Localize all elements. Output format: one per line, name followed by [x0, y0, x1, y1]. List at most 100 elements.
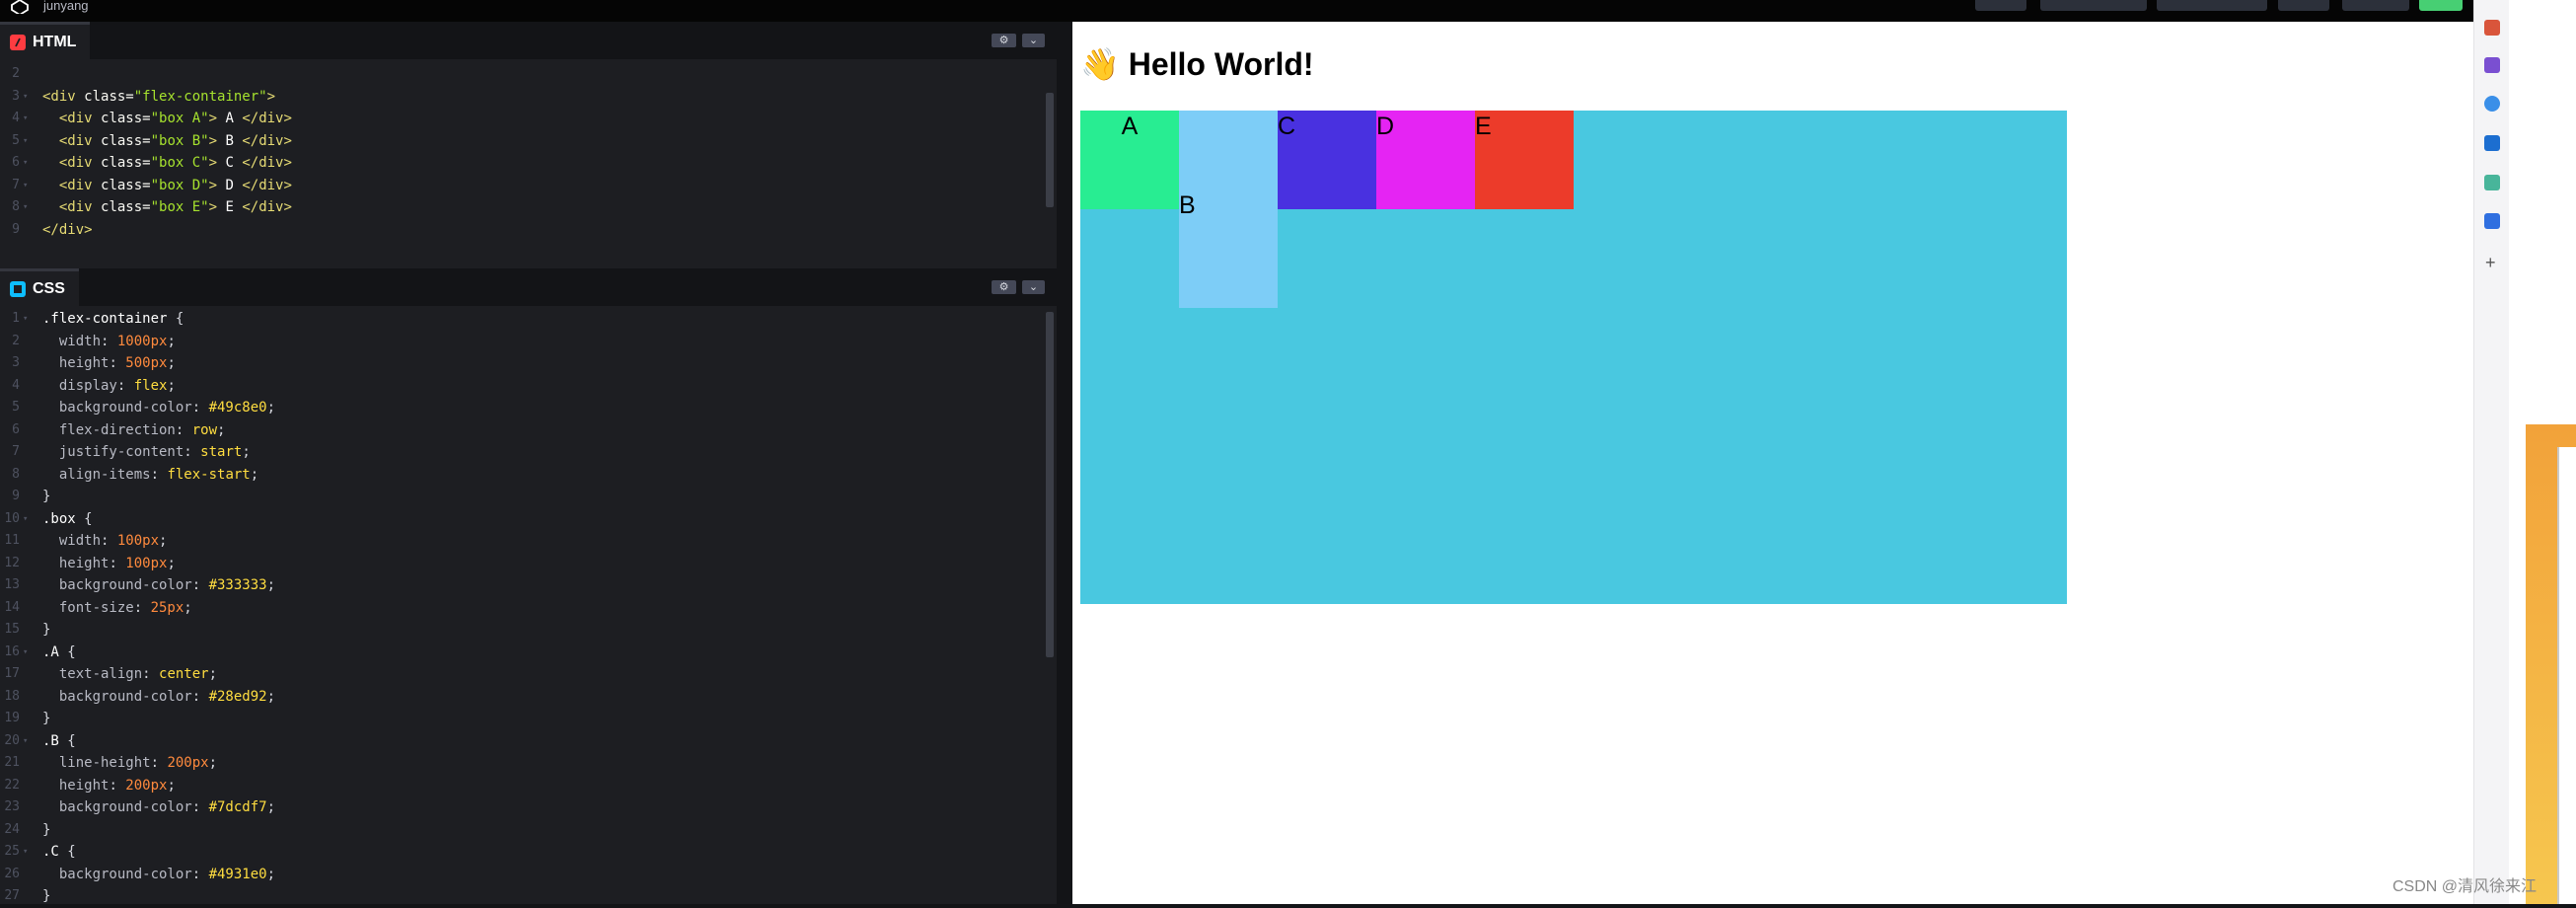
run-button[interactable]	[2419, 0, 2463, 11]
code-text: .C {	[42, 844, 76, 860]
html-scrollbar[interactable]	[1043, 69, 1057, 270]
line-number: 4	[12, 377, 20, 393]
html-tab[interactable]: HTML	[0, 22, 91, 59]
line-number: 4	[12, 111, 20, 125]
line-number: 7	[12, 444, 20, 459]
line-number: 27	[4, 888, 20, 903]
line-number: 13	[4, 577, 20, 592]
line-number: 12	[4, 555, 20, 570]
code-text: display: flex;	[58, 377, 176, 394]
fold-arrow-icon[interactable]: ▾	[23, 130, 28, 153]
send-icon[interactable]	[2484, 175, 2500, 190]
toolbar-button[interactable]	[1975, 0, 2026, 11]
code-text: line-height: 200px;	[58, 755, 218, 771]
html-icon	[10, 34, 26, 50]
html-scroll-thumb[interactable]	[1046, 93, 1054, 207]
gear-icon[interactable]: ⚙	[992, 280, 1016, 294]
css-tab-label: CSS	[33, 279, 65, 297]
codepen-logo-icon[interactable]	[10, 0, 30, 14]
toolbox-icon[interactable]	[2484, 20, 2500, 36]
css-tab[interactable]: CSS	[0, 268, 79, 306]
line-number: 15	[4, 622, 20, 637]
css-icon	[10, 280, 26, 297]
chevron-down-icon[interactable]: ⌄	[1022, 34, 1045, 47]
box-label: A	[1121, 113, 1139, 140]
fold-arrow-icon[interactable]: ▾	[23, 152, 28, 175]
code-text: .A {	[42, 643, 76, 660]
code-text: justify-content: start;	[58, 444, 251, 460]
box-label: C	[1278, 113, 1296, 140]
fold-arrow-icon[interactable]: ▾	[23, 308, 28, 331]
css-scroll-thumb[interactable]	[1046, 312, 1054, 657]
fold-arrow-icon[interactable]: ▾	[23, 196, 28, 219]
code-text: </div>	[42, 221, 93, 238]
fold-arrow-icon[interactable]: ▾	[23, 730, 28, 753]
line-number: 16	[4, 643, 20, 659]
toolbar-button[interactable]	[2157, 0, 2267, 11]
watermark: CSDN @清风徐来江	[2392, 878, 2538, 895]
line-number: 21	[4, 755, 20, 770]
gear-icon[interactable]: ⚙	[992, 34, 1016, 47]
line-number: 10	[4, 510, 20, 526]
line-number: 11	[4, 533, 20, 548]
fold-arrow-icon[interactable]: ▾	[23, 642, 28, 664]
line-number: 9	[12, 221, 20, 237]
result-preview: 👋 Hello World! A B C D E	[1072, 22, 2473, 904]
toolbar-button[interactable]	[2342, 0, 2409, 11]
code-text: <div class="box A"> A </div>	[58, 111, 292, 126]
line-number: 2	[12, 333, 20, 348]
code-text: background-color: #4931e0;	[58, 866, 276, 882]
line-number: 18	[4, 688, 20, 704]
chevron-down-icon[interactable]: ⌄	[1022, 280, 1045, 294]
browser-sidebar: +	[2473, 0, 2510, 904]
line-number: 7	[12, 177, 20, 192]
css-scrollbar[interactable]	[1043, 308, 1057, 904]
line-number: 25	[4, 844, 20, 859]
box-label: E	[1475, 113, 1492, 140]
code-text: text-align: center;	[58, 666, 218, 682]
fold-arrow-icon[interactable]: ▾	[23, 108, 28, 130]
outlook-icon[interactable]	[2484, 135, 2500, 151]
line-number: 2	[12, 66, 20, 81]
code-text: <div class="flex-container">	[42, 88, 276, 105]
code-text: flex-direction: row;	[58, 421, 226, 438]
code-text: <div class="box B"> B </div>	[58, 132, 292, 149]
code-text: }	[42, 888, 51, 904]
line-number: 19	[4, 711, 20, 725]
fold-arrow-icon[interactable]: ▾	[23, 508, 28, 531]
add-icon[interactable]: +	[2485, 253, 2496, 273]
line-number: 5	[12, 132, 20, 148]
line-number: 22	[4, 777, 20, 793]
user-name[interactable]: junyang	[43, 0, 89, 13]
code-text: background-color: #28ed92;	[58, 688, 276, 705]
code-text: }	[42, 821, 51, 838]
code-text: .flex-container {	[42, 311, 184, 327]
toolbar-button[interactable]	[2278, 0, 2329, 11]
edge-icon[interactable]	[2484, 96, 2500, 112]
line-number: 17	[4, 666, 20, 681]
fold-arrow-icon[interactable]: ▾	[23, 175, 28, 197]
line-number: 23	[4, 799, 20, 814]
fold-arrow-icon[interactable]: ▾	[23, 86, 28, 109]
code-text: }	[42, 489, 51, 504]
fold-arrow-icon[interactable]: ▾	[23, 841, 28, 864]
code-text: height: 100px;	[58, 555, 176, 571]
translate-icon[interactable]	[2484, 213, 2500, 229]
code-text: font-size: 25px;	[58, 599, 192, 616]
css-editor-panel: CSS ⚙ ⌄ 1 ▾ .flex-container {2 width: 1000…	[0, 268, 1057, 904]
line-number: 9	[12, 489, 20, 503]
toolbar-button[interactable]	[2040, 0, 2147, 11]
resize-handle[interactable]	[1057, 22, 1072, 904]
user-icon[interactable]	[2484, 57, 2500, 73]
code-text: align-items: flex-start;	[58, 466, 259, 483]
code-text: <div class="box D"> D </div>	[58, 177, 292, 193]
page-title: 👋 Hello World!	[1080, 45, 1314, 83]
top-bar: junyang	[0, 0, 2576, 22]
box-label: D	[1376, 113, 1395, 140]
code-text: height: 200px;	[58, 777, 176, 794]
box-d: D	[1376, 111, 1475, 209]
box-c: C	[1278, 111, 1376, 209]
code-text: .box {	[42, 510, 93, 527]
code-text: background-color: #49c8e0;	[58, 400, 276, 416]
line-number: 6	[12, 421, 20, 437]
